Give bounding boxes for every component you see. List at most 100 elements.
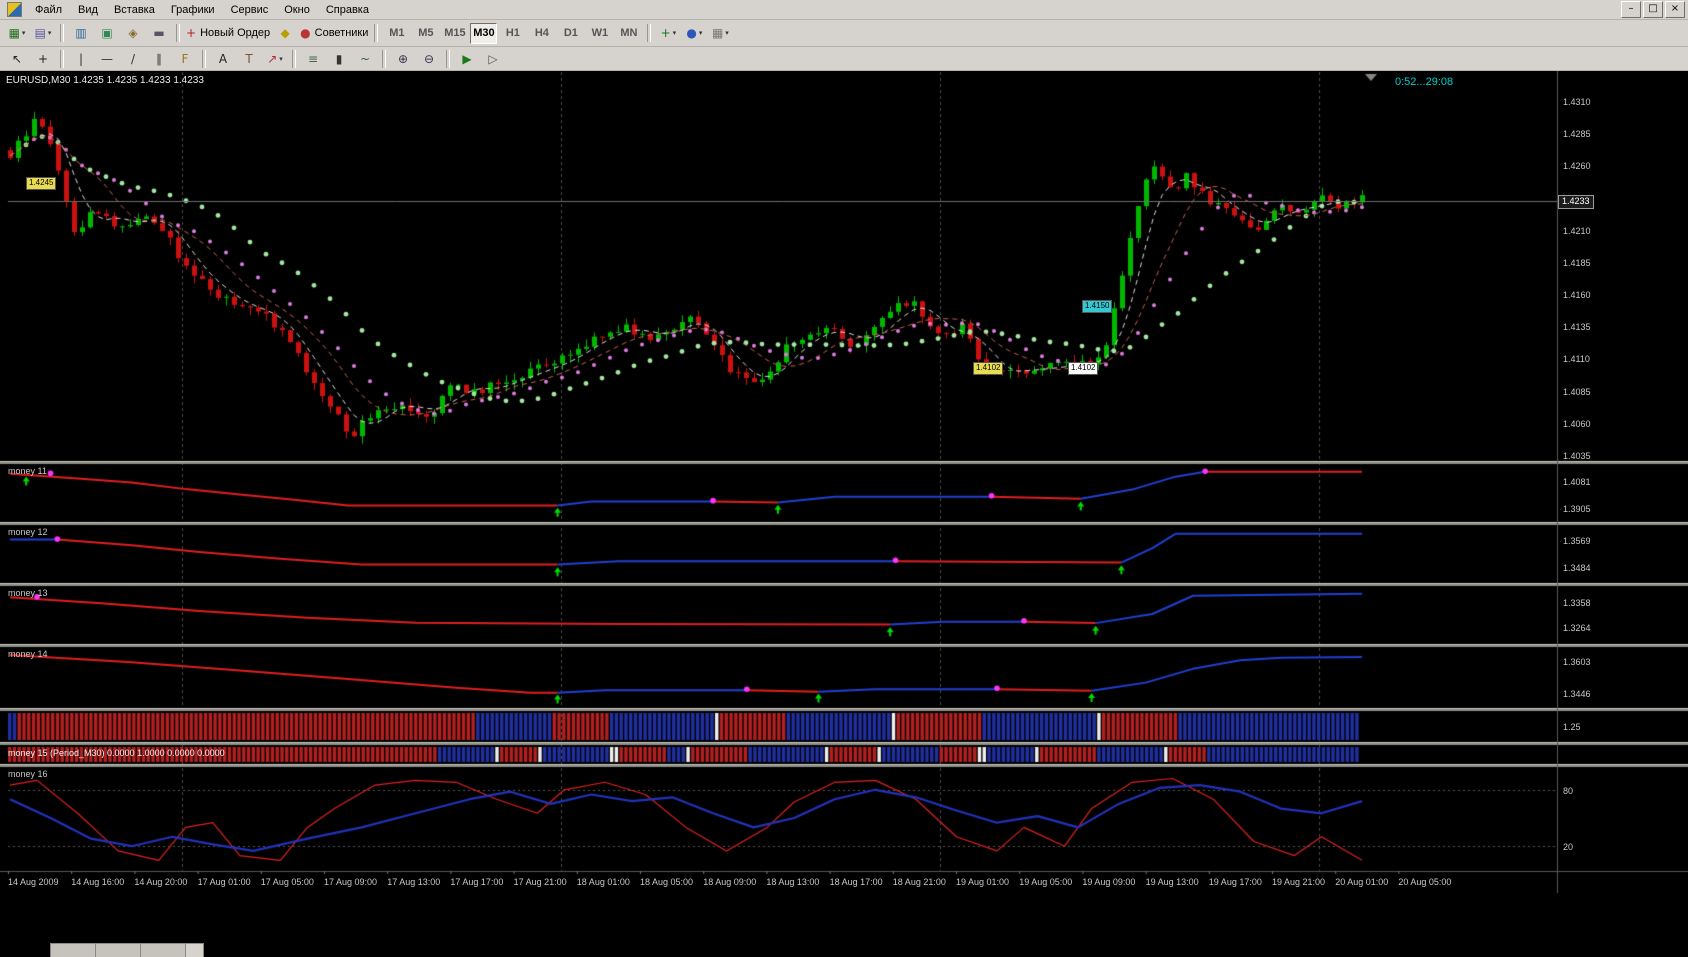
menu-item-5[interactable]: Окно — [276, 2, 318, 18]
timeframe-m5-button[interactable]: M5 — [412, 23, 439, 44]
profiles-button[interactable]: ▤▾ — [31, 22, 55, 44]
periods-icon: ● — [686, 27, 696, 39]
timeframe-h4-button[interactable]: H4 — [528, 23, 555, 44]
chart-window: 1.43101.42851.42601.42101.41851.41601.41… — [0, 71, 1688, 957]
chart-tab[interactable] — [96, 944, 141, 957]
trendline-button[interactable]: / — [121, 48, 145, 70]
templates-button[interactable]: ▦▾ — [708, 22, 732, 44]
line-chart-mode-button[interactable]: ~ — [353, 48, 377, 70]
close-button[interactable]: × — [1665, 1, 1685, 18]
indicators-button[interactable]: +▾ — [656, 22, 680, 44]
periods-button[interactable]: ●▾ — [682, 22, 706, 44]
horizontal-line-button[interactable]: — — [95, 48, 119, 70]
text-button[interactable]: A — [211, 48, 235, 70]
profiles-icon: ▤ — [35, 27, 46, 39]
data-window-icon: ▣ — [101, 27, 112, 39]
restore-button[interactable]: □ — [1643, 1, 1663, 18]
navigator-button[interactable]: ◈ — [121, 22, 145, 44]
terminal-button[interactable]: ▬ — [147, 22, 171, 44]
chart-shift-icon: ▷ — [488, 53, 497, 65]
metaeditor-icon: ◆ — [281, 27, 290, 39]
chart-tab[interactable] — [141, 944, 186, 957]
app-icon — [7, 2, 22, 17]
equidistant-channel-icon: ∥ — [156, 53, 162, 65]
timeframe-mn-button[interactable]: MN — [615, 23, 642, 44]
minimize-button[interactable]: – — [1621, 1, 1641, 18]
standard-toolbar: ▦▾▤▾▥▣◈▬+Новый Ордер◆●СоветникиM1M5M15M3… — [0, 20, 1688, 47]
zoom-in-icon: ⊕ — [398, 53, 408, 65]
fibonacci-button[interactable]: F — [173, 48, 197, 70]
new-order-button[interactable]: + Новый Ордер — [185, 22, 271, 44]
zoom-in-button[interactable]: ⊕ — [391, 48, 415, 70]
timeframe-h1-button[interactable]: H1 — [499, 23, 526, 44]
horizontal-line-icon: — — [101, 53, 113, 65]
new-chart-icon: ▦ — [9, 27, 20, 39]
candlestick-mode-icon: ▮ — [336, 53, 343, 65]
timeframe-w1-button[interactable]: W1 — [586, 23, 613, 44]
equidistant-channel-button[interactable]: ∥ — [147, 48, 171, 70]
zoom-out-button[interactable]: ⊖ — [417, 48, 441, 70]
menu-item-3[interactable]: Графики — [163, 2, 223, 18]
vertical-line-button[interactable]: | — [69, 48, 93, 70]
menu-item-0[interactable]: Файл — [27, 2, 70, 18]
toolbar-separator — [382, 50, 386, 68]
menu-item-1[interactable]: Вид — [70, 2, 106, 18]
toolbar-separator — [647, 24, 651, 42]
toolbar-separator — [292, 50, 296, 68]
expert-advisors-icon: ● — [300, 27, 310, 39]
new-order-icon: + — [186, 27, 196, 39]
toolbar-separator — [60, 50, 64, 68]
arrows-icon: ↗ — [267, 53, 277, 65]
indicators-icon: + — [661, 27, 671, 39]
candlestick-mode-button[interactable]: ▮ — [327, 48, 351, 70]
menu-item-4[interactable]: Сервис — [223, 2, 277, 18]
dropdown-caret-icon: ▾ — [22, 29, 26, 37]
timeframe-m15-button[interactable]: M15 — [441, 23, 468, 44]
chart-tab[interactable] — [51, 944, 96, 957]
toolbar-separator — [202, 50, 206, 68]
dropdown-caret-icon: ▾ — [673, 29, 677, 37]
vertical-line-icon: | — [79, 53, 83, 65]
arrows-button[interactable]: ↗▾ — [263, 48, 287, 70]
bar-chart-mode-icon: ≡ — [308, 53, 318, 65]
toolbar-separator — [176, 24, 180, 42]
new-chart-button[interactable]: ▦▾ — [5, 22, 29, 44]
dropdown-caret-icon: ▾ — [699, 29, 703, 37]
chart-shift-button[interactable]: ▷ — [481, 48, 505, 70]
line-chart-mode-icon: ~ — [360, 53, 370, 65]
menu-item-6[interactable]: Справка — [318, 2, 377, 18]
toolbar-separator — [446, 50, 450, 68]
templates-icon: ▦ — [712, 27, 723, 39]
dropdown-caret-icon: ▾ — [725, 29, 729, 37]
text-label-icon: T — [245, 53, 252, 65]
toolbar-separator — [374, 24, 378, 42]
timeframe-m1-button[interactable]: M1 — [383, 23, 410, 44]
terminal-icon: ▬ — [153, 27, 164, 39]
chart-tab-bar[interactable] — [50, 943, 204, 957]
toolbar-separator — [60, 24, 64, 42]
auto-scroll-icon: ▶ — [462, 53, 471, 65]
menu-item-2[interactable]: Вставка — [106, 2, 163, 18]
metaeditor-button[interactable]: ◆ — [273, 22, 297, 44]
trendline-icon: / — [131, 53, 135, 65]
text-label-button[interactable]: T — [237, 48, 261, 70]
auto-scroll-button[interactable]: ▶ — [455, 48, 479, 70]
text-icon: A — [219, 53, 227, 65]
crosshair-icon: + — [38, 53, 48, 65]
new-order-label: Новый Ордер — [200, 27, 270, 39]
zoom-out-icon: ⊖ — [424, 53, 434, 65]
cursor-button[interactable]: ↖ — [5, 48, 29, 70]
timeframe-d1-button[interactable]: D1 — [557, 23, 584, 44]
navigator-icon: ◈ — [128, 27, 137, 39]
bar-chart-mode-button[interactable]: ≡ — [301, 48, 325, 70]
data-window-button[interactable]: ▣ — [95, 22, 119, 44]
dropdown-caret-icon: ▾ — [279, 55, 283, 63]
crosshair-button[interactable]: + — [31, 48, 55, 70]
chart-canvas[interactable] — [0, 71, 1688, 957]
expert-advisors-label: Советники — [315, 27, 369, 39]
cursor-icon: ↖ — [12, 53, 22, 65]
market-watch-button[interactable]: ▥ — [69, 22, 93, 44]
timeframe-m30-button[interactable]: M30 — [470, 23, 497, 44]
expert-advisors-button[interactable]: ● Советники — [299, 22, 369, 44]
line-studies-toolbar: ↖ + | — / ∥ F A T ↗▾ ≡ ▮ ~ ⊕ ⊖ ▶ ▷ — [0, 47, 1688, 71]
